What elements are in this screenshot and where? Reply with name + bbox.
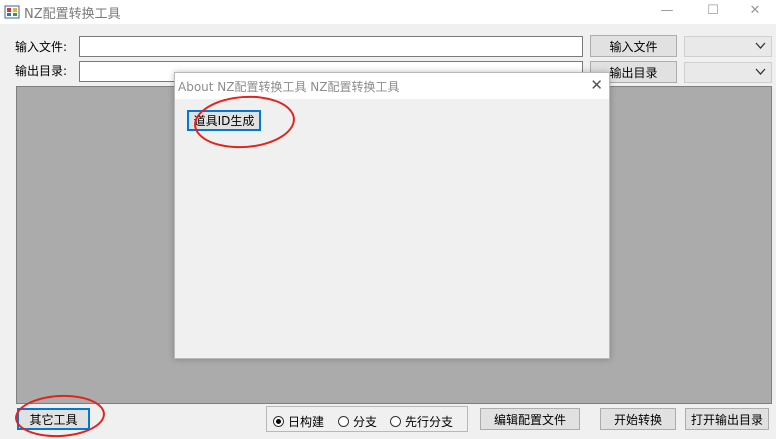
radio-daily-build[interactable]: 日构建	[273, 413, 324, 430]
radio-label: 日构建	[288, 415, 325, 429]
start-convert-label: 开始转换	[613, 412, 662, 427]
input-file-combo[interactable]	[684, 36, 772, 57]
input-file-button-label: 输入文件	[609, 39, 658, 54]
start-convert-button[interactable]: 开始转换	[600, 408, 676, 430]
input-file-label: 输入文件:	[15, 40, 68, 54]
edit-config-label: 编辑配置文件	[493, 412, 566, 427]
radio-preview-branch[interactable]: 先行分支	[390, 413, 453, 430]
chevron-down-icon	[755, 68, 766, 75]
dialog-close-button[interactable]: ✕	[590, 76, 603, 94]
radio-label: 分支	[353, 415, 378, 429]
chevron-down-icon	[755, 42, 766, 49]
radio-branch[interactable]: 分支	[338, 413, 377, 430]
maximize-button[interactable]: ☐	[690, 0, 736, 24]
radio-indicator	[390, 416, 401, 427]
output-dir-combo[interactable]	[684, 62, 772, 83]
output-dir-label: 输出目录:	[15, 64, 68, 78]
window-title: NZ配置转换工具	[24, 7, 121, 22]
dialog-title-bar: About NZ配置转换工具 NZ配置转换工具 ✕	[175, 73, 609, 99]
other-tools-button[interactable]: 其它工具	[17, 408, 90, 430]
other-tools-label: 其它工具	[29, 412, 78, 427]
minimize-button[interactable]: —	[644, 0, 690, 24]
item-id-generate-button[interactable]: 道具ID生成	[187, 110, 261, 131]
close-button[interactable]: ✕	[732, 0, 776, 24]
about-dialog: About NZ配置转换工具 NZ配置转换工具 ✕ 道具ID生成	[174, 72, 610, 359]
item-id-generate-label: 道具ID生成	[193, 114, 255, 128]
radio-indicator	[338, 416, 349, 427]
dialog-title: About NZ配置转换工具 NZ配置转换工具	[178, 80, 400, 94]
input-file-field[interactable]	[79, 36, 583, 57]
title-bar: NZ配置转换工具 — ☐ ✕	[0, 0, 776, 24]
radio-label: 先行分支	[405, 415, 454, 429]
edit-config-button[interactable]: 编辑配置文件	[480, 408, 580, 430]
open-output-dir-label: 打开输出目录	[690, 412, 763, 427]
output-dir-button-label: 输出目录	[609, 65, 658, 80]
input-file-button[interactable]: 输入文件	[590, 35, 677, 57]
open-output-dir-button[interactable]: 打开输出目录	[685, 408, 769, 430]
radio-indicator	[273, 416, 284, 427]
app-icon	[4, 5, 20, 19]
